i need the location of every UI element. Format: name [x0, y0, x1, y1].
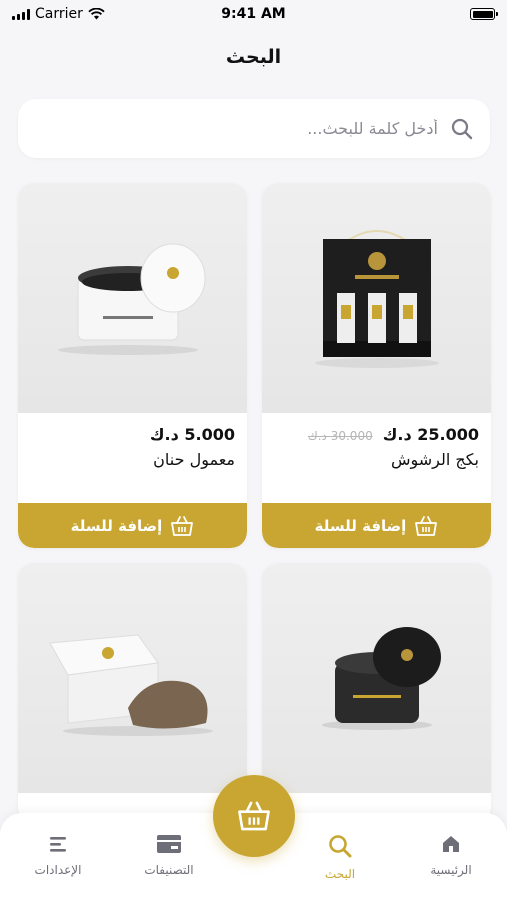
- carrier-label: Carrier: [35, 6, 83, 22]
- add-to-cart-label: إضافة للسلة: [314, 516, 407, 535]
- product-info: 25.000 د.ك 30.000 د.ك بكج الرشوش: [262, 413, 491, 469]
- search-icon: [451, 118, 473, 139]
- basket-icon: [238, 801, 270, 831]
- tab-settings[interactable]: الإعدادات: [13, 833, 103, 877]
- battery-icon: [470, 8, 498, 20]
- categories-icon: [157, 835, 181, 853]
- product-card[interactable]: [18, 563, 247, 823]
- product-info: 5.000 د.ك معمول حنان: [18, 413, 247, 469]
- wifi-icon: [88, 8, 105, 20]
- tab-settings-label: الإعدادات: [34, 863, 82, 877]
- search-bar[interactable]: [18, 99, 490, 158]
- price-row: 25.000 د.ك 30.000 د.ك: [274, 425, 479, 444]
- signal-icon: [12, 8, 30, 20]
- status-left: Carrier: [12, 6, 105, 22]
- tab-categories-label: التصنيفات: [144, 863, 194, 877]
- product-image: [18, 183, 247, 413]
- product-card[interactable]: 5.000 د.ك معمول حنان إضافة للسلة: [18, 183, 247, 548]
- basket-icon: [171, 515, 194, 536]
- tab-categories[interactable]: التصنيفات: [124, 833, 214, 877]
- add-to-cart-button[interactable]: إضافة للسلة: [18, 503, 247, 548]
- page-title: البحث: [225, 46, 282, 68]
- product-image: [18, 563, 247, 793]
- basket-icon: [415, 515, 438, 536]
- product-image: [262, 183, 491, 413]
- product-price: 5.000 د.ك: [149, 425, 235, 444]
- product-name: معمول حنان: [153, 450, 235, 469]
- tab-home[interactable]: الرئيسية: [406, 833, 496, 877]
- product-old-price: 30.000 د.ك: [307, 429, 373, 443]
- product-price: 25.000 د.ك: [382, 425, 479, 444]
- settings-icon: [50, 837, 66, 852]
- add-to-cart-button[interactable]: إضافة للسلة: [262, 503, 491, 548]
- product-image: [262, 563, 491, 793]
- tab-search-label: البحث: [324, 867, 356, 881]
- product-name: بكج الرشوش: [390, 450, 479, 469]
- add-to-cart-label: إضافة للسلة: [70, 516, 163, 535]
- status-bar: Carrier 9:41 AM: [0, 0, 507, 28]
- product-card[interactable]: [262, 563, 491, 823]
- tab-home-label: الرئيسية: [430, 863, 472, 877]
- price-row: 5.000 د.ك: [30, 425, 235, 444]
- home-icon: [443, 836, 459, 852]
- cart-fab-button[interactable]: [213, 775, 295, 857]
- search-icon: [329, 835, 352, 858]
- product-card[interactable]: 25.000 د.ك 30.000 د.ك بكج الرشوش إضافة ل…: [262, 183, 491, 548]
- search-input[interactable]: [34, 119, 438, 138]
- tab-search[interactable]: البحث: [295, 833, 385, 881]
